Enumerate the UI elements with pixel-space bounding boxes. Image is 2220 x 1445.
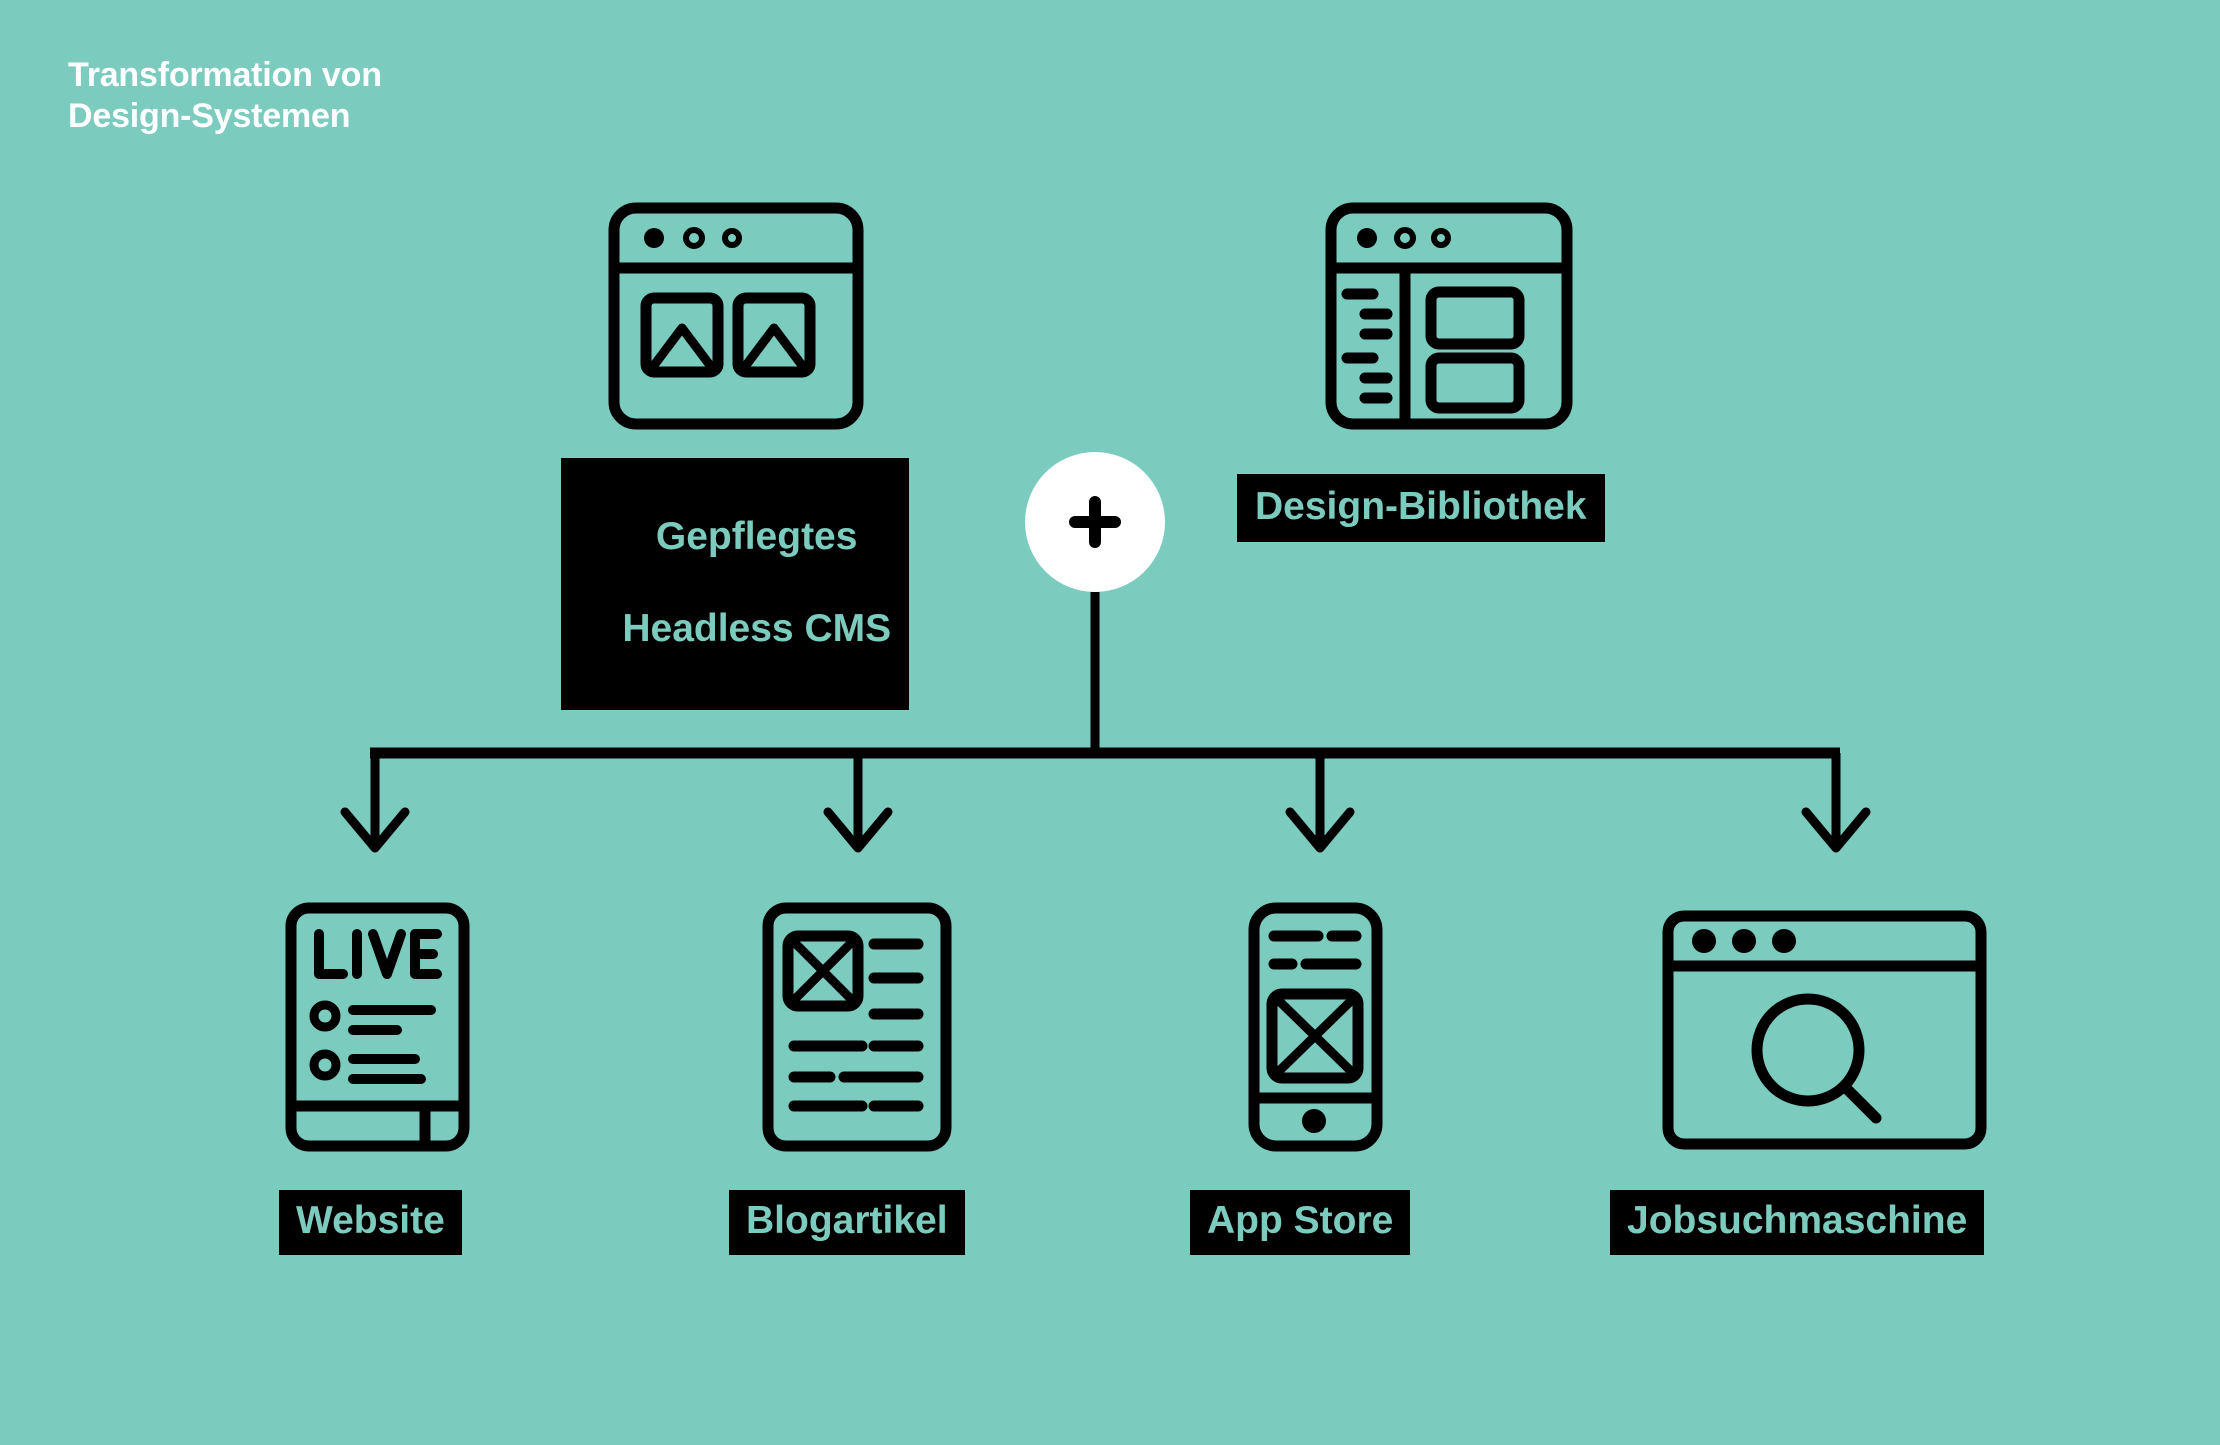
label-blogartikel: Blogartikel (729, 1190, 965, 1256)
article-document-icon (762, 902, 952, 1157)
label-app-store: App Store (1190, 1190, 1411, 1256)
browser-window-gallery-icon (608, 202, 864, 435)
label-headless-cms-line2: Headless CMS (622, 607, 892, 651)
diagram-canvas: Transformation von Design-Systemen Gepfl… (0, 0, 2220, 1445)
smartphone-icon (1248, 902, 1383, 1157)
label-headless-cms: Gepflegtes Headless CMS (561, 458, 909, 711)
label-website: Website (279, 1190, 462, 1256)
browser-window-sidebar-layout-icon (1325, 202, 1573, 435)
plus-operator (1025, 452, 1165, 592)
label-design-library: Design-Bibliothek (1237, 474, 1605, 543)
browser-window-search-icon (1662, 910, 1987, 1155)
label-headless-cms-line1: Gepflegtes (655, 515, 858, 559)
page-title: Transformation von Design-Systemen (68, 56, 382, 136)
plus-icon (1069, 496, 1121, 548)
live-page-document-icon (285, 902, 470, 1157)
label-jobsuchmaschine: Jobsuchmaschine (1610, 1190, 1985, 1256)
